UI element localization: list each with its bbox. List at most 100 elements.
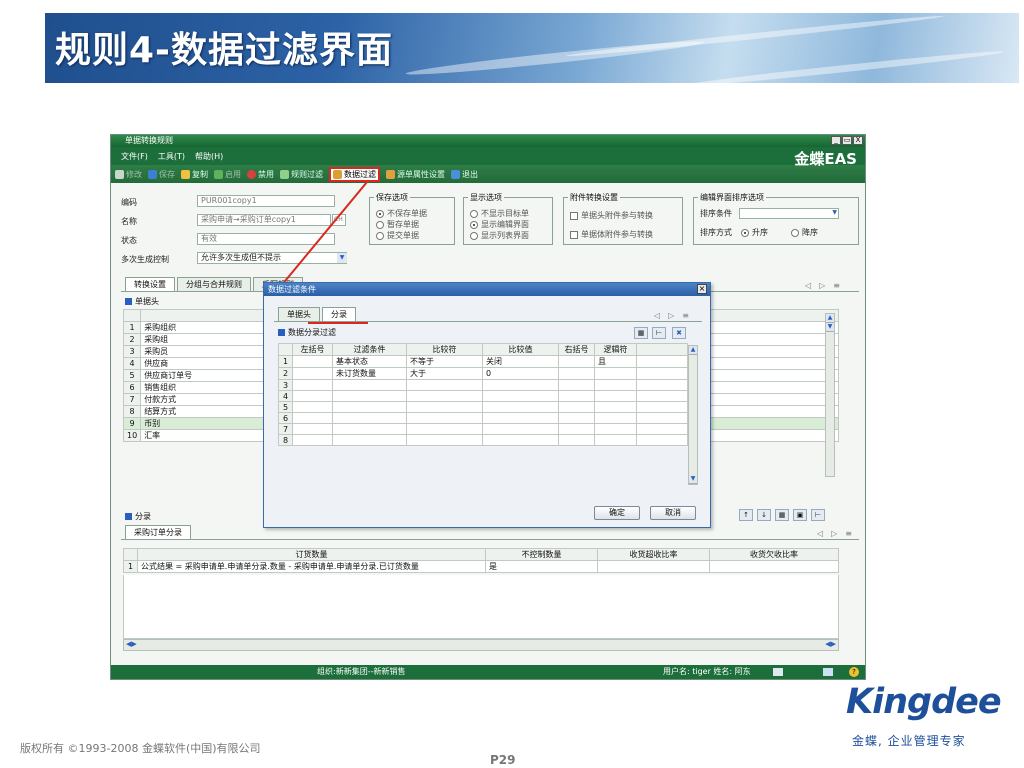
data-filter-button[interactable]: 数据过滤 [329,166,380,182]
ok-button[interactable]: 确定 [594,506,640,520]
copyright-text: 版权所有 ©1993-2008 金蝶软件(中国)有限公司 [20,742,261,755]
filter-table[interactable]: 左括号 过滤条件 比较符 比较值 右括号 逻辑符 1 基本状态 不等于 关闭且 2 未订… [278,343,688,446]
table-row[interactable]: 3 [278,379,688,391]
save-option-submit[interactable]: 提交单据 [376,230,450,241]
add-row-icon[interactable]: ▦ [775,509,789,521]
save-button[interactable]: 保存 [148,169,175,180]
dialog-title: 数据过滤条件 [268,285,316,294]
dialog-tab-entry[interactable]: 分录 [322,307,356,321]
status-field: 有效 [197,233,335,245]
tree-icon[interactable]: ⊢ [811,509,825,521]
minimize-icon[interactable]: _ [831,136,841,145]
sort-cond-label: 排序条件 [700,209,732,218]
table-row[interactable]: 1 基本状态 不等于 关闭且 [278,355,688,368]
calendar-icon[interactable] [773,668,783,676]
copy-icon [181,169,190,179]
attach-head-checkbox[interactable]: 单据头附件参与转换 [570,210,678,221]
entry-nav-arrows[interactable]: ◁▷≡ [817,529,860,538]
help-icon[interactable]: ? [849,667,859,677]
data-filter-icon [333,169,342,179]
chevron-down-icon: ▼ [832,209,837,216]
header-scrollbar[interactable]: ▲ ▼ [825,313,835,477]
arrow-up-icon[interactable]: ↑ [739,509,753,521]
window-title: 单据转换规则 [125,136,173,145]
menubar: 文件(F) 工具(T) 帮助(H) 金蝶EAS [111,147,865,168]
name-field[interactable]: 采购申请→采购订单copy1 [197,214,331,226]
menu-file[interactable]: 文件(F) [121,151,148,162]
entry-table-body [123,575,839,639]
copy-button[interactable]: 复制 [181,169,208,180]
display-option-none[interactable]: 不显示目标单 [470,208,548,219]
status-label: 状态 [121,236,137,245]
table-row[interactable]: 7 [278,423,688,435]
save-option-draft[interactable]: 暂存单据 [376,219,450,230]
table-row[interactable]: 4 [278,390,688,402]
table-row[interactable]: 6 [278,412,688,424]
name-label: 名称 [121,217,137,226]
tab-nav-arrows[interactable]: ◁▷≡ [805,281,848,290]
rule-filter-button[interactable]: 规则过滤 [280,169,323,180]
multi-gen-select[interactable]: 允许多次生成但不提示 [197,252,347,264]
sort-cond-select[interactable]: ▼ [739,208,839,219]
page-number: P29 [490,753,516,767]
display-option-list[interactable]: 显示列表界面 [470,230,548,241]
code-field[interactable]: PUR001copy1 [197,195,335,207]
source-property-button[interactable]: 源单属性设置 [386,169,445,180]
dialog-tab-header[interactable]: 单据头 [278,307,320,321]
table-row[interactable]: 1 公式结果 = 采购申请单.申请单分录.数量 - 采购申请单.申请单分录.已订货… [123,560,839,573]
save-icon [148,169,157,179]
enable-button[interactable]: 启用 [214,169,241,180]
name-lang-button[interactable]: CH [332,214,346,226]
slide-title: 规则4-数据过滤界面 [55,30,393,71]
disable-icon [247,169,256,179]
rule-filter-icon [280,169,289,179]
entry-tabs: 采购订单分录 [125,525,191,539]
kingdee-logo: Kingdee [846,682,1002,722]
edit-button[interactable]: 修改 [115,169,142,180]
tab-po-entry[interactable]: 采购订单分录 [125,525,191,539]
save-options-group: 保存选项 不保存单据 暂存单据 提交单据 [369,192,455,245]
maximize-icon[interactable]: ▭ [842,136,852,145]
delete-row-icon[interactable]: ✖ [672,327,686,339]
add-row-icon[interactable]: ▦ [634,327,648,339]
code-label: 编码 [121,198,137,207]
entry-hscrollbar[interactable]: ◀▶ ◀▶ [123,639,839,651]
multi-gen-label: 多次生成控制 [121,255,169,264]
disable-button[interactable]: 禁用 [247,169,274,180]
filter-table-scrollbar[interactable]: ▲ ▼ [688,345,698,485]
table-row[interactable]: 8 [278,434,688,446]
dialog-close-icon[interactable]: × [697,284,707,294]
dialog-tabs: 单据头 分录 [278,307,356,321]
copy-row-icon[interactable]: ▣ [793,509,807,521]
toolbar: 修改 保存 复制 启用 禁用 规则过滤 数据过滤 源单属性设置 退出 [111,165,865,183]
brand-logo: 金蝶EAS [794,150,857,168]
menu-help[interactable]: 帮助(H) [195,151,223,162]
arrow-down-icon[interactable]: ↓ [757,509,771,521]
menu-tools[interactable]: 工具(T) [158,151,185,162]
entry-table[interactable]: 订货数量 不控制数量 收货超收比率 收货欠收比率 1 公式结果 = 采购申请单.申请单分… [123,548,839,573]
status-org: 组织:新新集团--新新销售 [317,667,406,676]
sort-asc-radio[interactable] [741,228,749,237]
insert-row-icon[interactable]: ⊢ [652,327,666,339]
attach-body-checkbox[interactable]: 单据体附件参与转换 [570,229,678,240]
cancel-button[interactable]: 取消 [650,506,696,520]
dialog-titlebar: 数据过滤条件 × [264,283,710,296]
save-option-none[interactable]: 不保存单据 [376,208,450,219]
attach-options-group: 附件转换设置 单据头附件参与转换 单据体附件参与转换 [563,192,683,245]
dialog-nav-arrows[interactable]: ◁▷≡ [654,311,697,320]
entry-section-title: 分录 [125,511,151,522]
chevron-down-icon[interactable]: ▼ [337,253,347,263]
table-row[interactable]: 5 [278,401,688,413]
sort-desc-radio[interactable] [791,228,799,237]
property-icon [386,169,395,179]
table-row[interactable]: 2 未订货数量 大于 0 [278,367,688,380]
slogan: 金蝶, 企业管理专家 [852,734,966,748]
tab-grouping-rules[interactable]: 分组与合并规则 [177,277,251,291]
tab-conversion-settings[interactable]: 转换设置 [125,277,175,291]
message-icon[interactable] [823,668,833,676]
status-user: 用户名: tiger 姓名: 阿东 [663,667,751,676]
close-icon[interactable]: X [853,136,863,145]
exit-button[interactable]: 退出 [451,169,478,180]
exit-icon [451,169,460,179]
display-option-edit[interactable]: 显示编辑界面 [470,219,548,230]
